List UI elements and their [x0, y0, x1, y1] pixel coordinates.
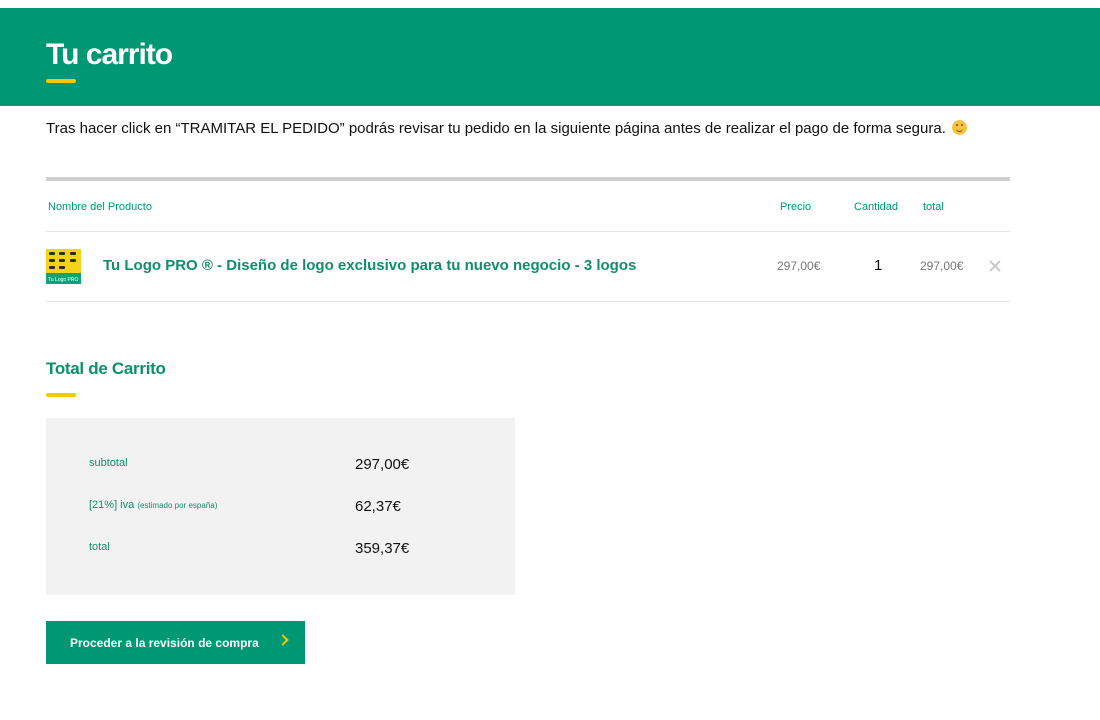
- total-value: 359,37€: [355, 540, 410, 557]
- proceed-button-label: Proceder a la revisión de compra: [70, 635, 259, 650]
- chevron-right-icon: [277, 634, 289, 646]
- totals-title-underline: [46, 393, 76, 397]
- subtotal-label: subtotal: [89, 457, 128, 469]
- totals-title: Total de Carrito: [46, 359, 166, 378]
- total-label: total: [89, 541, 110, 553]
- title-underline: [46, 79, 76, 83]
- tax-note: (estimado por españa): [137, 501, 218, 510]
- smiley-icon: [952, 120, 968, 135]
- logo-glyph: [59, 259, 65, 262]
- totals-box: subtotal 297,00€ [21%] iva (estimado por…: [46, 418, 515, 595]
- close-icon[interactable]: [988, 259, 1002, 273]
- top-strip: [0, 0, 1100, 8]
- logo-glyph: [49, 266, 55, 269]
- column-header-total: total: [923, 201, 944, 213]
- column-header-name: Nombre del Producto: [48, 201, 152, 213]
- page-title: Tu carrito: [46, 38, 173, 71]
- page-header: Tu carrito: [0, 8, 1100, 106]
- proceed-to-review-button[interactable]: Proceder a la revisión de compra: [46, 621, 305, 664]
- row-divider: [46, 231, 1010, 232]
- subtotal-value: 297,00€: [355, 456, 410, 473]
- product-name-link[interactable]: Tu Logo PRO ® - Diseño de logo exclusivo…: [103, 257, 636, 274]
- intro-text: Tras hacer click en “TRAMITAR EL PEDIDO”…: [46, 120, 946, 137]
- tax-label: [21%] iva: [89, 499, 135, 511]
- product-price: 297,00€: [777, 259, 821, 273]
- product-quantity[interactable]: 1: [874, 257, 882, 274]
- column-header-price: Precio: [780, 201, 812, 213]
- product-line-total: 297,00€: [920, 259, 964, 273]
- tax-value: 62,37€: [355, 498, 401, 515]
- logo-glyph: [59, 252, 65, 255]
- table-top-divider: [46, 177, 1010, 181]
- logo-glyph: [70, 252, 76, 255]
- logo-glyph: [70, 259, 76, 262]
- intro-message: Tras hacer click en “TRAMITAR EL PEDIDO”…: [46, 117, 1006, 141]
- row-divider: [46, 301, 1010, 302]
- tax-label-row: [21%] iva (estimado por españa): [89, 499, 217, 511]
- logo-glyph: [49, 252, 55, 255]
- product-thumbnail[interactable]: Tu Logo PRO: [46, 249, 81, 284]
- thumbnail-caption: Tu Logo PRO: [48, 277, 79, 283]
- logo-glyph: [49, 259, 55, 262]
- column-header-quantity: Cantidad: [854, 201, 899, 213]
- logo-glyph: [59, 266, 65, 269]
